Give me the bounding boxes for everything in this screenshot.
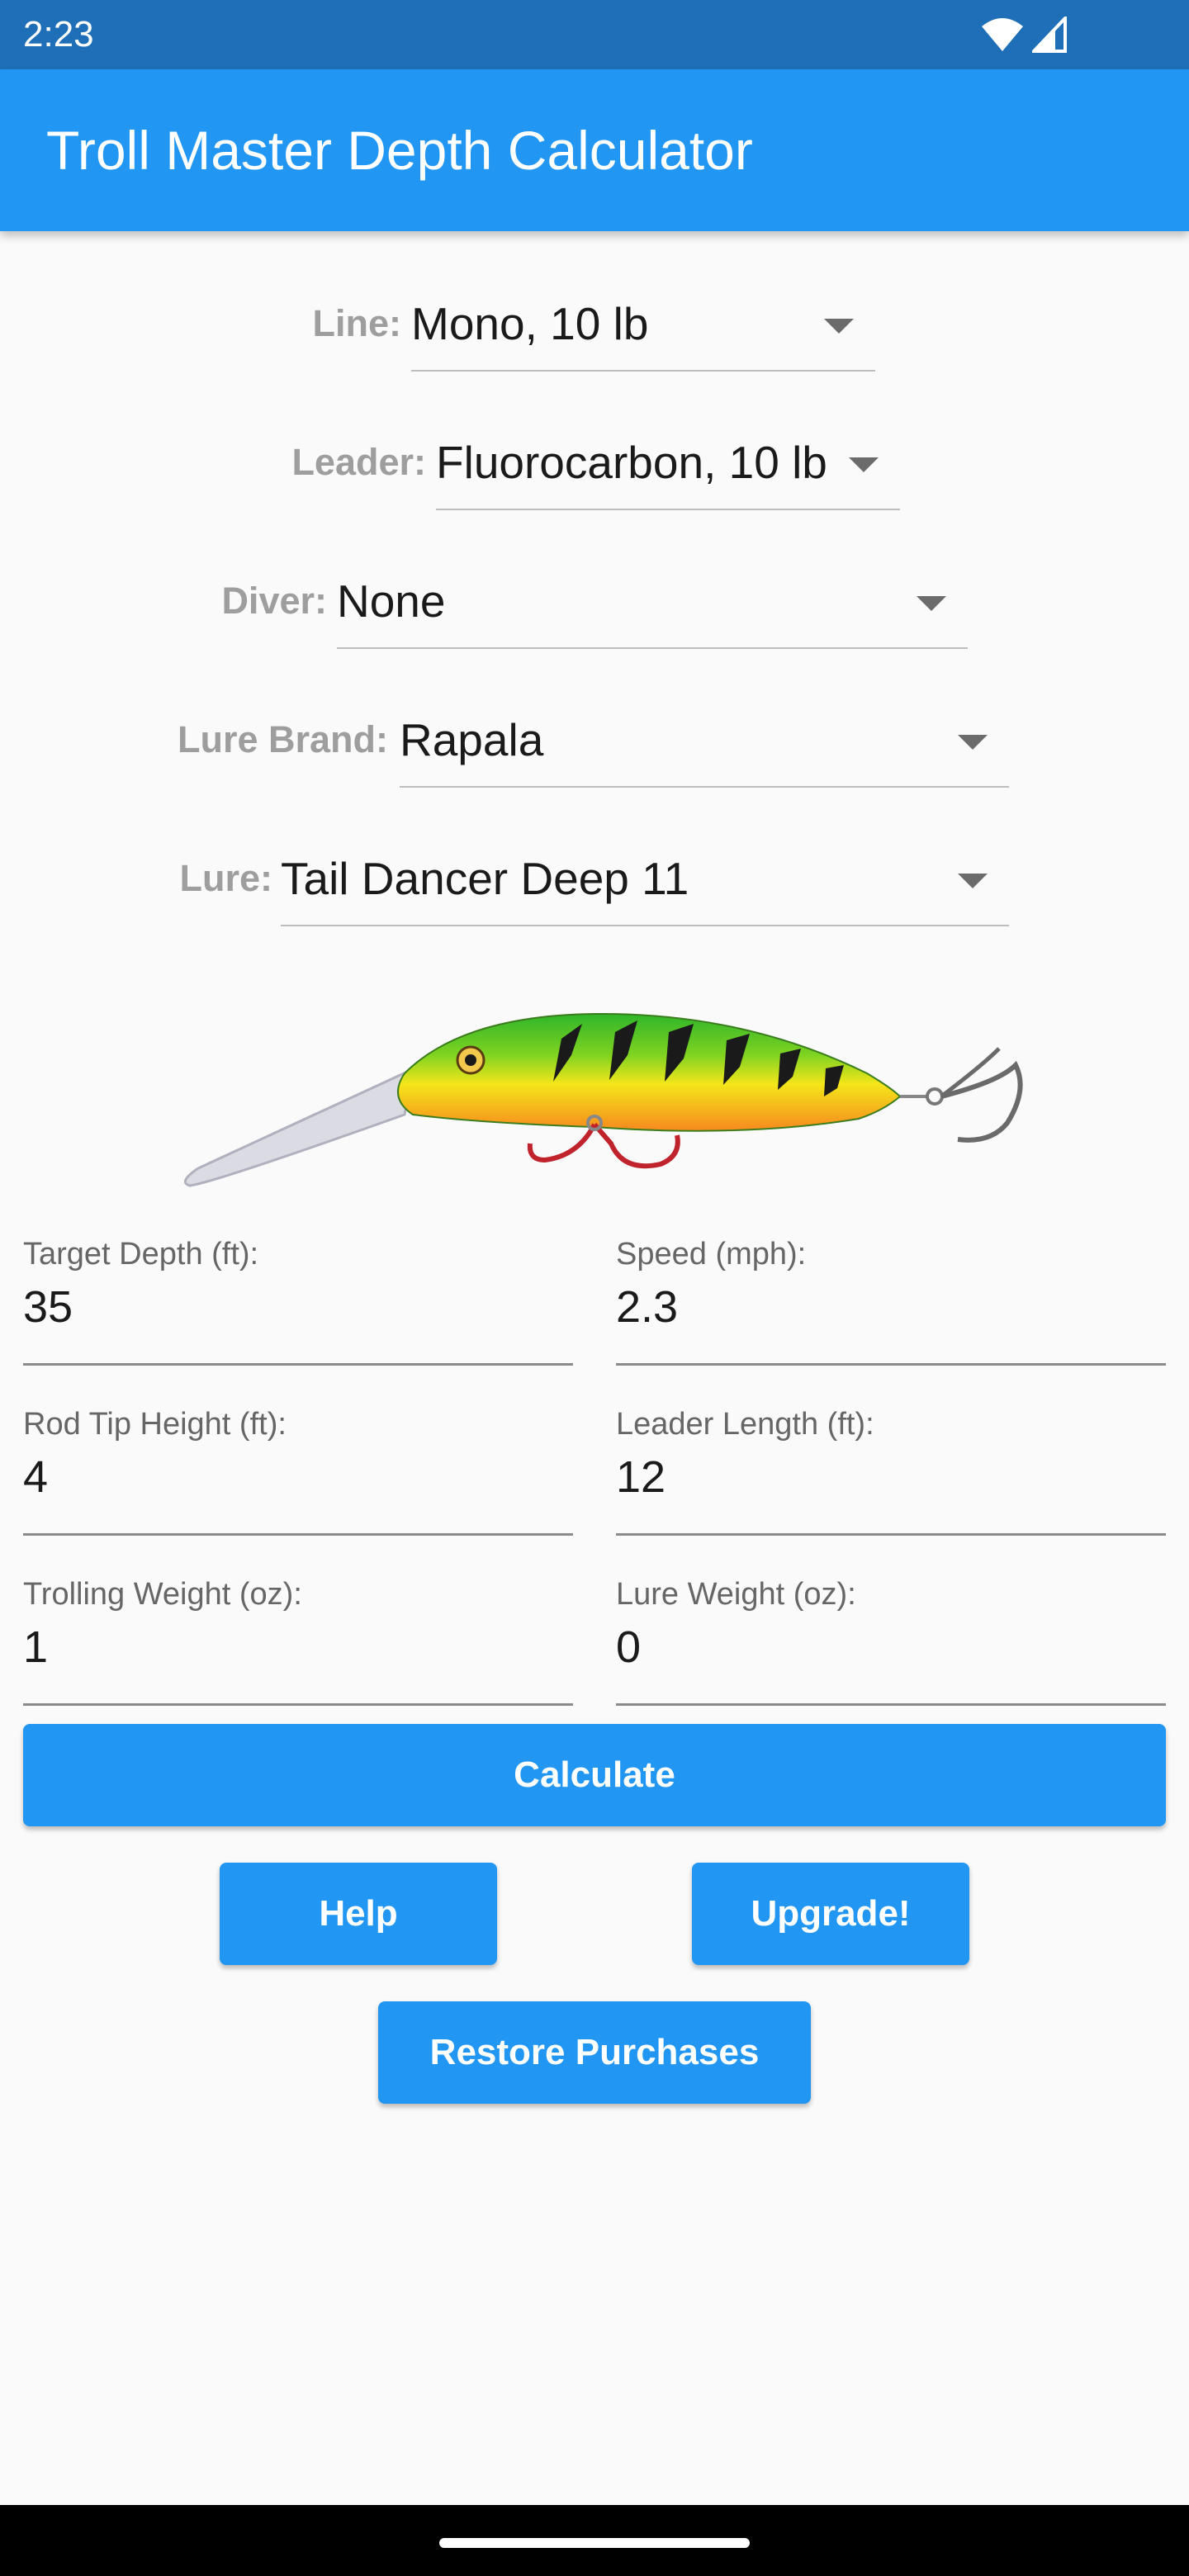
target-depth-field[interactable]: Target Depth (ft): 35: [23, 1214, 573, 1366]
line-dropdown-value: Mono, 10 lb: [411, 298, 649, 349]
lure-label: Lure:: [179, 857, 273, 899]
rod-tip-height-value: 4: [23, 1452, 49, 1502]
rod-tip-height-label: Rod Tip Height (ft):: [23, 1407, 287, 1442]
line-label: Line:: [312, 302, 402, 344]
lure-brand-dropdown-value: Rapala: [400, 714, 544, 765]
diver-label: Diver:: [221, 580, 327, 622]
trolling-weight-field[interactable]: Trolling Weight (oz): 1: [23, 1554, 573, 1706]
chevron-down-icon: [917, 596, 946, 611]
help-button[interactable]: Help: [220, 1863, 497, 1965]
leader-dropdown-value: Fluorocarbon, 10 lb: [436, 437, 827, 488]
diver-dropdown-value: None: [337, 575, 446, 627]
status-time: 2:23: [23, 14, 94, 54]
target-depth-value: 35: [23, 1282, 73, 1332]
lure-weight-field[interactable]: Lure Weight (oz): 0: [616, 1554, 1166, 1706]
speed-value: 2.3: [616, 1282, 679, 1332]
diver-dropdown-row: Diver: None: [0, 555, 1189, 649]
chevron-down-icon: [958, 735, 988, 750]
leader-length-value: 12: [616, 1452, 666, 1502]
lure-brand-label: Lure Brand:: [177, 718, 388, 760]
target-depth-label: Target Depth (ft):: [23, 1237, 259, 1271]
app-title: Troll Master Depth Calculator: [46, 120, 753, 181]
trolling-weight-label: Trolling Weight (oz):: [23, 1577, 302, 1612]
calculate-button[interactable]: Calculate: [23, 1724, 1166, 1826]
diver-dropdown[interactable]: None: [337, 555, 968, 649]
lure-image: [183, 1012, 1023, 1187]
trolling-weight-value: 1: [23, 1622, 49, 1672]
speed-label: Speed (mph):: [616, 1237, 807, 1271]
lure-dropdown-value: Tail Dancer Deep 11: [281, 853, 689, 904]
lure-brand-dropdown[interactable]: Rapala: [400, 694, 1009, 788]
restore-purchases-button[interactable]: Restore Purchases: [378, 2001, 811, 2104]
chevron-down-icon: [849, 457, 879, 472]
chevron-down-icon: [958, 874, 988, 888]
app-bar: Troll Master Depth Calculator: [0, 69, 1189, 231]
leader-length-field[interactable]: Leader Length (ft): 12: [616, 1384, 1166, 1536]
wifi-icon: [982, 18, 1023, 51]
speed-field[interactable]: Speed (mph): 2.3: [616, 1214, 1166, 1366]
leader-length-label: Leader Length (ft):: [616, 1407, 874, 1442]
leader-label: Leader:: [291, 441, 426, 483]
lure-brand-dropdown-row: Lure Brand: Rapala: [0, 694, 1189, 788]
upgrade-button[interactable]: Upgrade!: [692, 1863, 969, 1965]
system-nav-bar: [0, 2505, 1189, 2576]
line-dropdown-row: Line: Mono, 10 lb: [0, 277, 1189, 372]
home-gesture-handle[interactable]: [439, 2538, 750, 2548]
line-dropdown[interactable]: Mono, 10 lb: [411, 277, 875, 372]
lure-weight-value: 0: [616, 1622, 642, 1672]
status-bar: 2:23: [0, 0, 1189, 69]
chevron-down-icon: [824, 319, 854, 334]
lure-dropdown[interactable]: Tail Dancer Deep 11: [281, 832, 1009, 926]
cell-signal-icon: [1032, 17, 1067, 53]
lure-weight-label: Lure Weight (oz):: [616, 1577, 856, 1612]
lure-dropdown-row: Lure: Tail Dancer Deep 11: [0, 832, 1189, 926]
rod-tip-height-field[interactable]: Rod Tip Height (ft): 4: [23, 1384, 573, 1536]
leader-dropdown-row: Leader: Fluorocarbon, 10 lb: [0, 416, 1189, 510]
leader-dropdown[interactable]: Fluorocarbon, 10 lb: [436, 416, 900, 510]
